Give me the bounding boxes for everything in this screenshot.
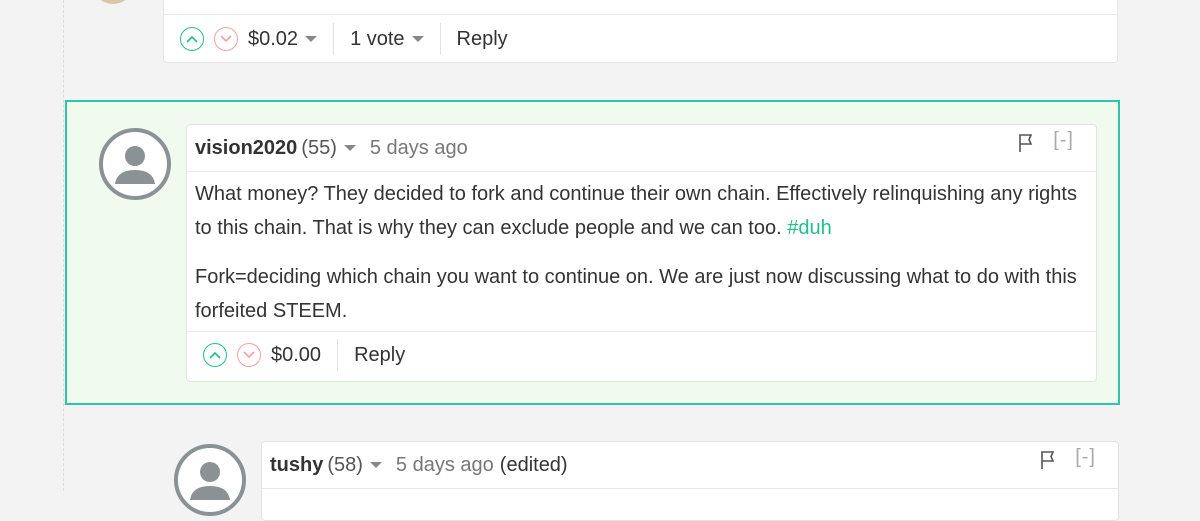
divider [262,488,1118,489]
thread-line [63,0,64,491]
chevron-down-icon [243,351,255,359]
votes-count: 1 vote [350,27,405,50]
comment-paragraph: What money? They decided to fork and con… [195,177,1088,245]
comment-footer: $0.02 1 vote Reply [180,19,508,59]
timestamp[interactable]: 5 days ago [370,137,468,160]
chevron-up-icon [209,351,221,359]
hashtag-link[interactable]: #duh [787,217,832,239]
divider [439,23,441,55]
author-reputation: (55) [301,136,337,159]
flag-icon[interactable] [1018,132,1034,159]
reply-button[interactable]: Reply [457,28,508,51]
divider [164,14,1117,15]
comment-paragraph: Fork=deciding which chain you want to co… [195,266,1077,322]
user-avatar-icon [115,144,155,184]
comment-header: vision2020 (55) 5 days ago [195,133,1086,163]
payout-value: $0.02 [248,27,299,50]
paragraph-text: What money? They decided to fork and con… [195,183,1077,239]
upvote-button[interactable] [203,343,227,367]
avatar[interactable] [92,0,134,4]
divider [337,339,339,371]
reply-button[interactable]: Reply [354,344,405,367]
highlighted-comment: vision2020 (55) 5 days ago [-] What mone… [65,100,1120,405]
flag-icon[interactable] [1040,449,1056,476]
comment-card: tushy (58) 5 days ago (edited) [-] [261,441,1119,521]
comment-card: vision2020 (55) 5 days ago [-] What mone… [186,124,1097,382]
comment-footer: $0.00 Reply [203,335,405,375]
collapse-toggle[interactable]: [-] [1053,129,1074,152]
payout-value[interactable]: $0.00 [271,344,321,367]
edited-label: (edited) [499,453,568,476]
divider [333,23,335,55]
upvote-button[interactable] [180,27,204,51]
collapse-toggle[interactable]: [-] [1075,446,1096,469]
avatar[interactable] [174,444,246,516]
downvote-button[interactable] [237,343,261,367]
caret-down-icon [305,36,318,42]
caret-down-icon[interactable] [369,462,382,468]
caret-down-icon[interactable] [343,145,356,151]
author-name[interactable]: vision2020 [195,137,297,160]
payout-dropdown[interactable]: $0.02 [248,27,318,51]
author-reputation: (58) [327,453,363,476]
previous-comment-card: $0.02 1 vote Reply [163,0,1118,63]
chevron-up-icon [186,35,198,43]
votes-dropdown[interactable]: 1 vote [350,27,424,51]
comment-body: What money? They decided to fork and con… [195,177,1088,343]
downvote-button[interactable] [214,27,238,51]
caret-down-icon [411,36,424,42]
chevron-down-icon [220,35,232,43]
divider [187,331,1096,332]
timestamp[interactable]: 5 days ago [396,454,494,477]
divider [187,171,1096,172]
user-avatar-icon [190,460,230,500]
author-name[interactable]: tushy [270,454,323,477]
comment-header: tushy (58) 5 days ago (edited) [270,450,1108,480]
avatar[interactable] [99,128,171,200]
